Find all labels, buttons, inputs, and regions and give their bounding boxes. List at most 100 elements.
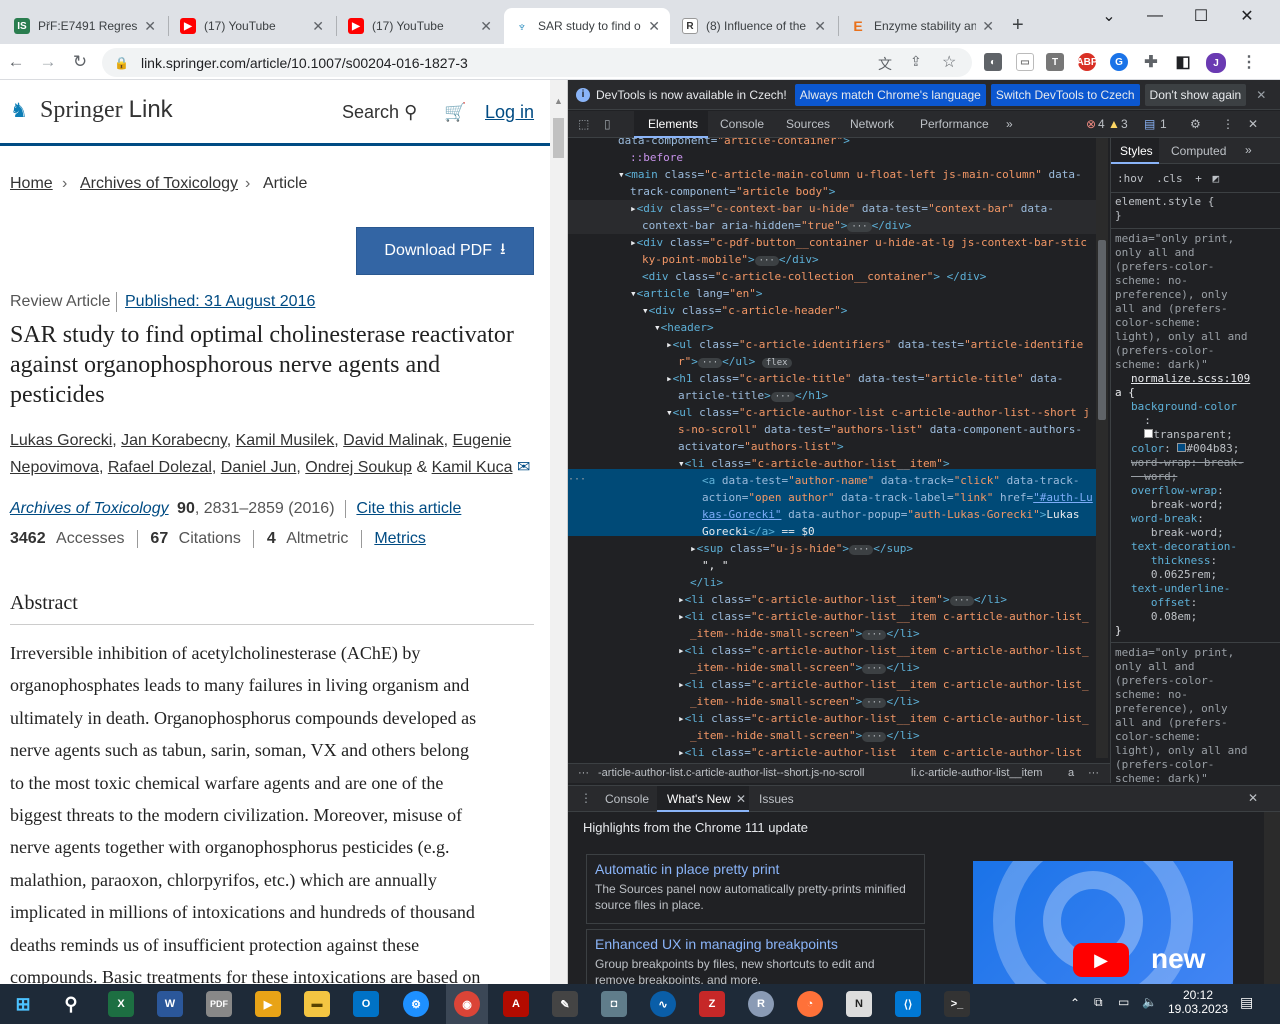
close-icon[interactable]: ✕ <box>1256 88 1266 102</box>
style-declaration[interactable]: overflow-wrap: break-word; <box>1131 484 1280 512</box>
volume-icon[interactable]: 🔈 <box>1142 995 1157 1009</box>
tab-search-icon[interactable]: ⌄ <box>1086 0 1132 32</box>
author-link[interactable]: Eugenie <box>453 432 512 449</box>
style-declaration[interactable]: word-break: break-word; <box>1131 512 1280 540</box>
puzzle-icon[interactable]: ✚ <box>1142 53 1160 71</box>
whats-new-card[interactable]: Automatic in place pretty print The Sour… <box>586 854 925 924</box>
issues-icon[interactable]: ▤ <box>1144 117 1155 131</box>
scrollbar-thumb[interactable] <box>553 118 564 158</box>
minimize-button[interactable]: — <box>1132 0 1178 32</box>
author-link[interactable]: Rafael Dolezal <box>108 459 212 476</box>
vscode-icon[interactable]: ⟨⟩ <box>895 991 921 1017</box>
share-icon[interactable]: ⇪ <box>910 53 922 70</box>
breadcrumb-home[interactable]: Home <box>10 175 53 193</box>
drawer-tab-console[interactable]: Console <box>605 792 649 806</box>
dom-line[interactable]: context-bar aria-hidden="true"> ··· </div> <box>568 217 1096 234</box>
close-icon[interactable]: ✕ <box>144 18 156 35</box>
elements-scroll-thumb[interactable] <box>1098 240 1106 420</box>
dom-line[interactable]: ▸<li class="c-article-author-list__item … <box>568 642 1096 659</box>
tab-styles[interactable]: Styles <box>1120 144 1153 158</box>
device-toolbar-icon[interactable]: ▯ <box>604 117 611 131</box>
login-link[interactable]: Log in <box>485 102 534 123</box>
dont-show-button[interactable]: Don't show again <box>1144 83 1247 106</box>
switch-czech-button[interactable]: Switch DevTools to Czech <box>990 83 1140 106</box>
dom-line[interactable]: ▾<article lang="en"> <box>568 285 1096 302</box>
dom-line[interactable]: ", " <box>568 557 1096 574</box>
elements-tree[interactable]: data-component="article-container"> ::be… <box>568 138 1096 758</box>
browser-tab[interactable]: IS PřF:E7491 Regresní ✕ <box>4 8 166 44</box>
dom-line[interactable]: ▾<div class="c-article-header"> <box>568 302 1096 319</box>
cls-toggle[interactable]: .cls <box>1156 172 1183 185</box>
browser-tab[interactable]: R (8) Influence of the ✕ <box>672 8 836 44</box>
search-link[interactable]: Search ⚲ <box>342 102 417 123</box>
drawer-tab-issues[interactable]: Issues <box>759 792 794 806</box>
grammar-icon[interactable]: G <box>1110 53 1128 71</box>
translate-icon[interactable]: 文 <box>878 54 892 74</box>
app-icon[interactable]: ✎ <box>552 991 578 1017</box>
youtube-play-icon[interactable]: ▶ <box>1073 943 1129 977</box>
dom-line[interactable]: data-component="article-container"> <box>568 138 1096 149</box>
dom-line[interactable]: track-component="article body"> <box>568 183 1096 200</box>
camera-icon[interactable]: ◘ <box>601 991 627 1017</box>
outlook-icon[interactable]: O <box>353 991 379 1017</box>
style-declaration[interactable]: background-color : transparent; <box>1131 400 1280 442</box>
cite-link[interactable]: Cite this article <box>356 500 461 517</box>
author-link[interactable]: Lukas Gorecki <box>10 432 112 449</box>
windows-start-icon[interactable]: ⊞ <box>10 991 36 1017</box>
author-link[interactable]: Ondrej Soukup <box>305 459 412 476</box>
style-rule[interactable]: element.style { } <box>1115 195 1265 223</box>
close-icon[interactable]: ✕ <box>648 18 660 35</box>
tab-elements[interactable]: Elements <box>648 117 698 131</box>
firefox-icon[interactable]: ◔ <box>797 991 823 1017</box>
dom-line[interactable]: ▸<div class="c-pdf-button__container u-h… <box>568 234 1096 251</box>
style-selector[interactable]: a { <box>1115 386 1265 400</box>
word-icon[interactable]: W <box>157 991 183 1017</box>
extension-icon[interactable]: ▭ <box>1016 53 1034 71</box>
extension-icon[interactable]: T <box>1046 53 1064 71</box>
kebab-menu-icon[interactable]: ⋮ <box>580 791 592 805</box>
dom-line[interactable]: ▾<main class="c-article-main-column u-fl… <box>568 166 1096 183</box>
card-title[interactable]: Enhanced UX in managing breakpoints <box>595 936 916 952</box>
breadcrumb-node[interactable]: li.c-article-author-list__item <box>911 767 1042 779</box>
dom-line[interactable]: s-no-scroll" data-test="authors-list" da… <box>568 421 1096 438</box>
style-declaration-overridden[interactable]: word-wrap: break- word; <box>1131 456 1280 484</box>
dom-line[interactable]: _item--hide-small-screen"> ··· </li> <box>568 659 1096 676</box>
new-tab-button[interactable]: + <box>1012 14 1024 37</box>
dom-line[interactable]: ▸<sup class="u-js-hide"> ··· </sup> <box>568 540 1096 557</box>
style-declaration[interactable]: text-decoration- thickness: 0.0625rem; <box>1131 540 1280 582</box>
search-icon[interactable]: ⚲ <box>58 991 84 1017</box>
browser-tab-active[interactable]: ♆ SAR study to find o ✕ <box>504 8 670 44</box>
style-declaration[interactable]: text-underline- offset: 0.08em; <box>1131 582 1280 624</box>
bookmark-star-icon[interactable]: ☆ <box>942 52 956 72</box>
browser-tab[interactable]: ▶ (17) YouTube ✕ <box>338 8 502 44</box>
dom-line[interactable]: ::before <box>568 149 1096 166</box>
dom-line-selected[interactable]: kas-Gorecki" data-author-popup="auth-Luk… <box>568 506 1096 523</box>
tab-console[interactable]: Console <box>720 117 764 131</box>
close-icon[interactable]: ✕ <box>312 18 324 35</box>
browser-tab[interactable]: ▶ (17) YouTube ✕ <box>170 8 334 44</box>
close-icon[interactable]: ✕ <box>982 18 994 35</box>
author-link[interactable]: Kamil Kuca <box>432 459 513 476</box>
elements-scrollbar[interactable] <box>1096 138 1108 758</box>
dom-line[interactable]: ▸<li class="c-article-author-list__item … <box>568 710 1096 727</box>
metrics-link[interactable]: Metrics <box>374 530 426 547</box>
settings-app-icon[interactable]: ⚙ <box>403 991 429 1017</box>
menu-icon[interactable]: ⋮ <box>1240 53 1258 71</box>
avatar[interactable]: J <box>1206 53 1226 73</box>
close-window-button[interactable]: ✕ <box>1224 0 1270 32</box>
dom-line[interactable]: ▸<h1 class="c-article-title" data-test="… <box>568 370 1096 387</box>
dom-line[interactable]: ▾<header> <box>568 319 1096 336</box>
notepad-icon[interactable]: N <box>846 991 872 1017</box>
dom-line-selected[interactable]: action="open author" data-track-label="l… <box>568 489 1096 506</box>
error-icon[interactable]: ⊗ <box>1086 117 1096 131</box>
ellipsis-icon[interactable]: ··· <box>568 474 586 485</box>
dom-line[interactable]: activator="authors-list"> <box>568 438 1096 455</box>
dom-line-selected[interactable]: Gorecki</a> == $0 <box>568 523 1096 540</box>
settings-gear-icon[interactable]: ⚙ <box>1190 117 1201 131</box>
dom-line[interactable]: r"> ··· </ul> flex <box>568 353 1096 370</box>
close-icon[interactable]: ✕ <box>480 18 492 35</box>
close-icon[interactable]: ✕ <box>814 18 826 35</box>
author-link[interactable]: Kamil Musilek <box>236 432 335 449</box>
breadcrumb-node[interactable]: a <box>1068 767 1074 779</box>
email-icon[interactable]: ✉ <box>517 459 530 476</box>
